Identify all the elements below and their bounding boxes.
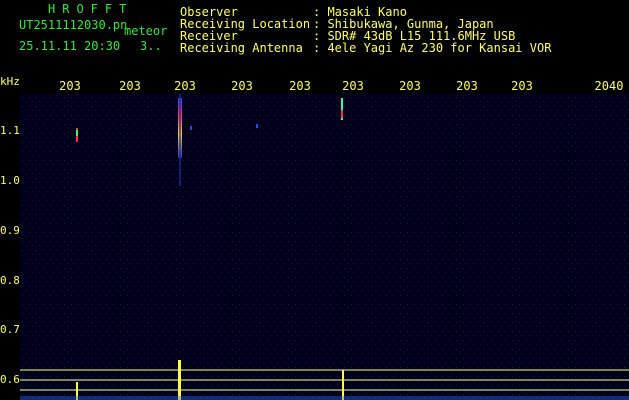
spectrogram-plot [20, 94, 629, 400]
meteor-count: 3.. [140, 39, 162, 53]
y-tick: 0.7 [0, 323, 20, 336]
activity-baseline [20, 396, 629, 400]
y-tick: 1.0 [0, 174, 20, 187]
meteor-echo [76, 130, 78, 136]
metadata-labels: Observer Receiving Location Receiver Rec… [180, 5, 311, 55]
x-tick: 203 [456, 80, 478, 92]
meteor-label: meteor [124, 24, 168, 38]
x-tick: 203 [59, 80, 81, 92]
y-tick: 0.9 [0, 224, 20, 237]
x-tick: 203 [399, 80, 421, 92]
noise-background [20, 94, 629, 400]
app-logo: HROFFT [48, 2, 134, 16]
x-tick: 203 [342, 80, 364, 92]
meteor-marker [178, 360, 181, 400]
meteor-marker [342, 370, 344, 400]
spectrogram-canvas [20, 94, 629, 400]
x-tick: 203 [119, 80, 141, 92]
x-tick: 203 [289, 80, 311, 92]
meteor-echo [256, 124, 258, 128]
datetime-label: 25.11.11 20:30 [19, 39, 121, 53]
metadata-values: : Masaki Kano : Shibukawa, Gunma, Japan … [313, 5, 552, 55]
x-tick: 203 [511, 80, 533, 92]
filename-label: UT2511112030.pn [19, 18, 128, 32]
meteor-echo [341, 110, 343, 118]
x-tick: 203 [231, 80, 253, 92]
x-tick: 203 [174, 80, 196, 92]
y-tick: 0.6 [0, 373, 20, 386]
y-tick: 1.1 [0, 124, 20, 137]
x-tick: 2040 [594, 80, 624, 92]
meteor-echo [190, 126, 192, 130]
y-tick: 0.8 [0, 274, 20, 287]
frequency-unit-label: kHz [0, 75, 20, 88]
meteor-trail [179, 94, 181, 186]
